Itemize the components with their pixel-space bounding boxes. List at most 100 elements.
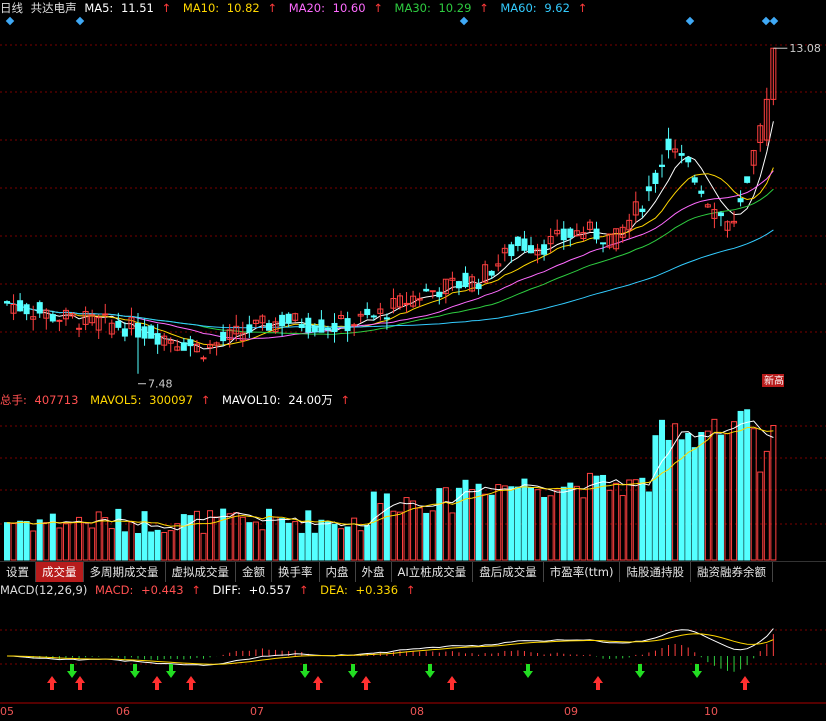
- tab-volume[interactable]: 成交量: [36, 562, 84, 582]
- volume-bar: [213, 516, 220, 561]
- tab-settings[interactable]: 设置: [0, 562, 36, 582]
- tab-multi-period-volume[interactable]: 多周期成交量: [84, 562, 166, 582]
- volume-bar: [678, 439, 685, 561]
- tab-inner[interactable]: 内盘: [320, 562, 356, 582]
- volume-bar: [148, 531, 155, 561]
- volume-bar: [338, 528, 345, 561]
- buy-arrow-icon: [186, 676, 196, 690]
- candle-body: [298, 323, 305, 329]
- tab-after-hours[interactable]: 盘后成交量: [473, 562, 544, 582]
- macd-name: MACD(12,26,9): [0, 583, 88, 597]
- tab-pe[interactable]: 市盈率(ttm): [544, 562, 621, 582]
- volume-bar: [436, 488, 443, 561]
- volume-bar: [233, 512, 240, 561]
- tab-amount[interactable]: 金额: [236, 562, 272, 582]
- volume-bar: [357, 530, 364, 561]
- tab-ai-volume[interactable]: AI立桩成交量: [392, 562, 474, 582]
- buy-arrow-icon: [313, 676, 323, 690]
- volume-bar: [580, 497, 587, 561]
- tab-virtual-volume[interactable]: 虚拟成交量: [166, 562, 236, 582]
- volume-bar: [659, 419, 665, 561]
- sell-arrow-icon: [692, 664, 702, 678]
- volume-bar: [763, 450, 770, 561]
- candle-body: [691, 177, 698, 183]
- candle-body: [717, 212, 724, 217]
- tab-northbound[interactable]: 陆股通持股: [620, 562, 691, 582]
- month-label: 06: [116, 705, 130, 718]
- tab-margin[interactable]: 融资融券余额: [691, 562, 773, 582]
- volume-bar: [619, 495, 626, 561]
- volume-bar: [135, 533, 141, 561]
- volume-bar: [292, 521, 299, 561]
- volume-bar: [606, 489, 613, 561]
- candle-body: [285, 313, 292, 324]
- candle-body: [180, 342, 187, 351]
- volume-bar: [560, 486, 567, 561]
- month-label: 08: [410, 705, 424, 718]
- sell-arrow-icon: [425, 664, 435, 678]
- sell-arrow-icon: [635, 664, 645, 678]
- candle-body: [49, 314, 56, 322]
- candle-body: [475, 284, 482, 290]
- volume-bar: [89, 527, 96, 561]
- volume-bar: [108, 528, 115, 561]
- candle-body: [115, 320, 122, 328]
- sell-arrow-icon: [523, 664, 533, 678]
- candle-body: [305, 317, 312, 333]
- volume-bar: [416, 507, 423, 561]
- volume-bar: [305, 510, 312, 561]
- candle-body: [645, 186, 652, 192]
- macd-dea-line: [7, 633, 774, 665]
- month-label: 07: [250, 705, 264, 718]
- volume-bar: [652, 435, 659, 561]
- tab-outer[interactable]: 外盘: [356, 562, 392, 582]
- candle-body: [148, 325, 155, 339]
- volume-bar: [488, 494, 495, 561]
- candle-body: [541, 244, 548, 255]
- volume-bar: [449, 512, 456, 561]
- candle-body: [200, 357, 207, 360]
- stock-chart-canvas: 13.08 7.48 新高: [0, 16, 826, 704]
- candle-body: [665, 138, 672, 151]
- ma30-item: MA30: 10.29 ↑: [394, 1, 489, 15]
- volume-bar: [377, 503, 384, 561]
- volume-bar: [252, 521, 259, 561]
- high-price-label: 13.08: [789, 42, 821, 55]
- volume-bar: [128, 521, 135, 561]
- candle-body: [403, 302, 410, 305]
- volume-bar: [311, 532, 318, 561]
- volume-bar: [49, 513, 56, 561]
- volume-bar: [331, 523, 338, 561]
- candle-body: [528, 245, 534, 254]
- candle-body: [331, 322, 338, 333]
- candle-body: [521, 238, 528, 251]
- diff-item: DIFF: +0.557 ↑: [212, 583, 309, 597]
- candle-body: [344, 318, 351, 332]
- volume-bar: [541, 496, 548, 561]
- volume-bar: [259, 529, 266, 561]
- volume-bar: [285, 522, 292, 561]
- volume-bar: [547, 495, 554, 561]
- volume-bar: [390, 510, 397, 561]
- volume-bar: [554, 489, 561, 561]
- event-marker-icon: [459, 16, 469, 26]
- ma10-item: MA10: 10.82 ↑: [182, 1, 278, 15]
- volume-bar: [731, 421, 738, 561]
- event-marker-icon: [769, 16, 779, 26]
- volume-bar: [429, 510, 436, 561]
- volume-bar: [62, 523, 69, 561]
- volume-bar: [698, 432, 705, 561]
- tab-turnover[interactable]: 换手率: [272, 562, 320, 582]
- candle-body: [744, 176, 751, 183]
- volume-bar: [318, 519, 325, 561]
- candle-body: [187, 339, 194, 347]
- volume-bar: [567, 482, 574, 561]
- candle-body: [102, 313, 109, 316]
- volume-bar: [403, 497, 410, 561]
- volume-bar: [514, 486, 521, 561]
- candle-body: [508, 244, 515, 257]
- candle-body: [639, 208, 646, 213]
- candle-body: [436, 291, 443, 298]
- candle-body: [318, 319, 325, 333]
- volume-bar: [501, 485, 508, 561]
